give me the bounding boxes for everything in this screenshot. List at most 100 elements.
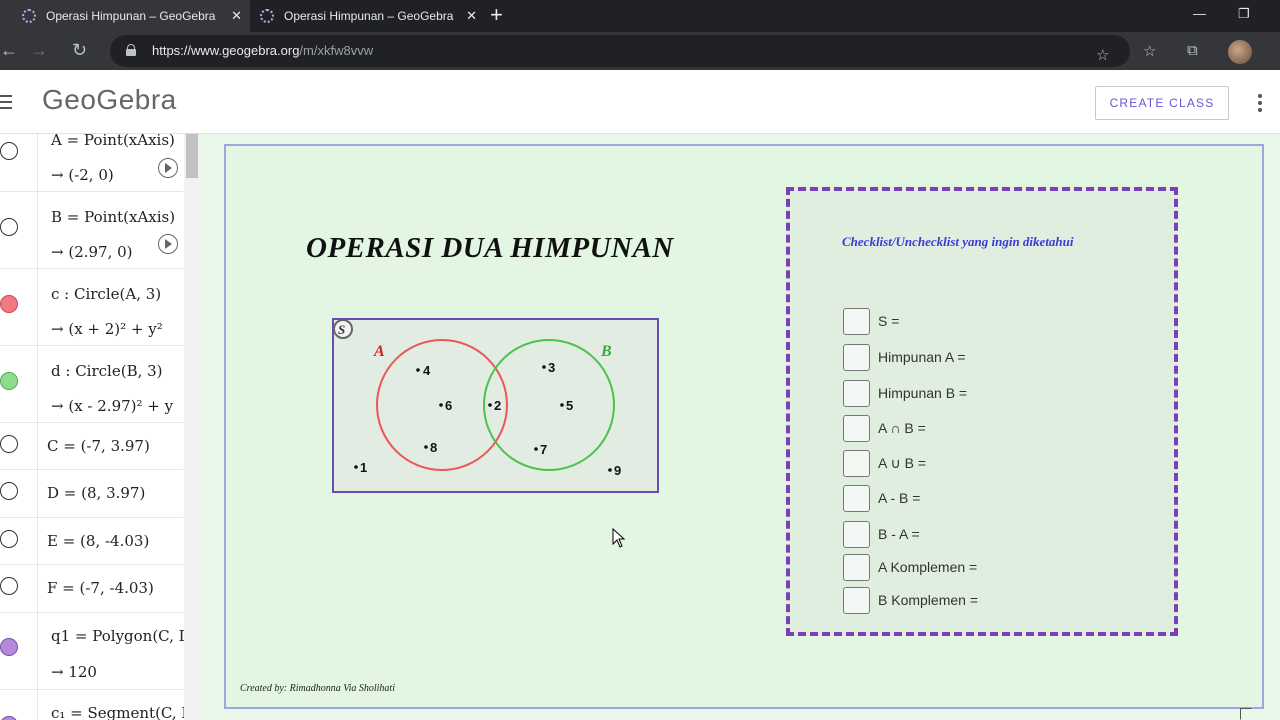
algebra-scrollbar[interactable] — [184, 134, 200, 720]
maximize-button[interactable]: ❐ — [1238, 6, 1250, 22]
algebra-definition[interactable]: d : Circle(B, 3) — [51, 362, 163, 380]
checkbox-label: B Komplemen = — [878, 592, 978, 608]
tab-close-icon[interactable]: ✕ — [466, 8, 477, 24]
fullscreen-icon[interactable] — [1240, 708, 1252, 720]
element-label: 5 — [566, 398, 573, 413]
visibility-toggle[interactable] — [0, 295, 18, 313]
checkbox-box[interactable] — [843, 484, 870, 512]
element-dot — [560, 403, 564, 407]
tab-close-icon[interactable]: ✕ — [231, 8, 242, 24]
algebra-result: → (2.97, 0) — [51, 243, 133, 261]
applet-title: OPERASI DUA HIMPUNAN — [306, 232, 674, 264]
element-dot — [542, 365, 546, 369]
algebra-scrollbar-thumb[interactable] — [186, 134, 198, 178]
lock-icon[interactable] — [126, 44, 136, 56]
element-label: 8 — [430, 440, 437, 455]
tab-title: Operasi Himpunan – GeoGebra — [46, 9, 216, 23]
menu-icon[interactable] — [0, 95, 12, 113]
new-tab-button[interactable]: + — [490, 3, 503, 27]
algebra-result: → (-2, 0) — [51, 166, 114, 184]
visibility-toggle[interactable] — [0, 577, 18, 595]
checkbox-b-minus-a[interactable]: B - A = — [843, 520, 920, 548]
create-class-button[interactable]: CREATE CLASS — [1095, 86, 1229, 120]
algebra-definition[interactable]: F = (-7, -4.03) — [47, 579, 154, 597]
checkbox-box[interactable] — [843, 520, 870, 548]
profile-avatar[interactable] — [1228, 40, 1252, 64]
browser-tabbar: Operasi Himpunan – GeoGebra ✕ Operasi Hi… — [0, 0, 1280, 32]
set-b-label: B — [600, 343, 612, 360]
add-favorite-icon[interactable]: ☆ — [1096, 46, 1109, 64]
checkbox-box[interactable] — [843, 586, 870, 614]
url-text[interactable]: https://www.geogebra.org/m/xkfw8vvw — [152, 43, 373, 58]
checkbox-a-minus-b[interactable]: A - B = — [843, 484, 920, 512]
checkbox-box[interactable] — [843, 343, 870, 371]
algebra-definition[interactable]: E = (8, -4.03) — [47, 532, 149, 550]
browser-toolbar: ← → ↻ https://www.geogebra.org/m/xkfw8vv… — [0, 32, 1280, 70]
checkbox-a-complement[interactable]: A Komplemen = — [843, 553, 977, 581]
checkbox-box[interactable] — [843, 307, 870, 335]
checkbox-label: B - A = — [878, 526, 920, 542]
algebra-row[interactable]: c₁ = Segment(C, D — [0, 690, 193, 720]
back-icon[interactable]: ← — [0, 40, 18, 60]
checkbox-label: S = — [878, 313, 900, 329]
geogebra-logo[interactable]: GeoGebra — [42, 84, 177, 116]
minimize-button[interactable]: — — [1193, 6, 1206, 21]
algebra-definition[interactable]: A = Point(xAxis) — [51, 134, 175, 149]
browser-tab-active[interactable]: Operasi Himpunan – GeoGebra ✕ — [0, 0, 250, 32]
browser-tab[interactable]: Operasi Himpunan – GeoGebra ✕ — [250, 0, 485, 32]
element-dot — [424, 445, 428, 449]
checkbox-box[interactable] — [843, 449, 870, 477]
play-icon[interactable] — [158, 234, 178, 254]
algebra-row[interactable]: A = Point(xAxis) → (-2, 0) — [0, 134, 183, 192]
set-a-label: A — [373, 343, 385, 360]
algebra-definition[interactable]: B = Point(xAxis) — [51, 208, 175, 226]
algebra-row[interactable]: D = (8, 3.97) — [0, 470, 183, 518]
algebra-definition[interactable]: D = (8, 3.97) — [47, 484, 145, 502]
checkbox-himpunan-a[interactable]: Himpunan A = — [843, 343, 966, 371]
algebra-row[interactable]: B = Point(xAxis) → (2.97, 0) — [0, 192, 183, 269]
checkbox-intersection[interactable]: A ∩ B = — [843, 414, 926, 442]
checkbox-b-complement[interactable]: B Komplemen = — [843, 586, 978, 614]
algebra-row[interactable]: C = (-7, 3.97) — [0, 423, 183, 470]
algebra-result: → (x - 2.97)² + y — [51, 397, 174, 415]
visibility-toggle[interactable] — [0, 482, 18, 500]
algebra-row[interactable]: E = (8, -4.03) — [0, 518, 183, 565]
visibility-toggle[interactable] — [0, 638, 18, 656]
checkbox-label: A ∪ B = — [878, 454, 926, 471]
visibility-toggle[interactable] — [0, 372, 18, 390]
algebra-row[interactable]: q1 = Polygon(C, D → 120 — [0, 613, 191, 690]
algebra-row[interactable]: F = (-7, -4.03) — [0, 565, 183, 613]
element-label: 6 — [445, 398, 452, 413]
algebra-definition[interactable]: C = (-7, 3.97) — [47, 437, 150, 455]
reload-icon[interactable]: ↻ — [72, 40, 87, 60]
address-bar[interactable]: https://www.geogebra.org/m/xkfw8vvw ☆ — [110, 35, 1130, 67]
visibility-toggle[interactable] — [0, 218, 18, 236]
checklist-title: Checklist/Unchecklist yang ingin diketah… — [842, 234, 1074, 249]
universe-label: S — [338, 322, 345, 337]
checkbox-himpunan-b[interactable]: Himpunan B = — [843, 379, 967, 407]
element-dot — [439, 403, 443, 407]
favorites-icon[interactable]: ☆ — [1143, 42, 1156, 60]
more-options-icon[interactable] — [1258, 94, 1262, 115]
venn-diagram[interactable]: S A B 4 6 8 2 3 5 7 1 9 — [331, 317, 661, 497]
algebra-definition[interactable]: q1 = Polygon(C, D — [51, 627, 191, 645]
visibility-toggle[interactable] — [0, 435, 18, 453]
element-dot — [354, 465, 358, 469]
checkbox-box[interactable] — [843, 414, 870, 442]
checkbox-box[interactable] — [843, 553, 870, 581]
checkbox-box[interactable] — [843, 379, 870, 407]
visibility-toggle[interactable] — [0, 142, 18, 160]
collections-icon[interactable]: ⧉ — [1187, 42, 1198, 59]
algebra-row[interactable]: d : Circle(B, 3) → (x - 2.97)² + y — [0, 346, 183, 423]
forward-icon[interactable]: → — [30, 40, 48, 60]
element-label: 4 — [423, 363, 431, 378]
algebra-row[interactable]: c : Circle(A, 3) → (x + 2)² + y² — [0, 269, 183, 346]
checkbox-s[interactable]: S = — [843, 307, 899, 335]
visibility-toggle[interactable] — [0, 716, 18, 720]
algebra-definition[interactable]: c : Circle(A, 3) — [51, 285, 161, 303]
checkbox-union[interactable]: A ∪ B = — [843, 449, 926, 477]
visibility-toggle[interactable] — [0, 530, 18, 548]
mouse-cursor-icon — [612, 528, 626, 548]
play-icon[interactable] — [158, 158, 178, 178]
algebra-definition[interactable]: c₁ = Segment(C, D — [51, 704, 193, 720]
